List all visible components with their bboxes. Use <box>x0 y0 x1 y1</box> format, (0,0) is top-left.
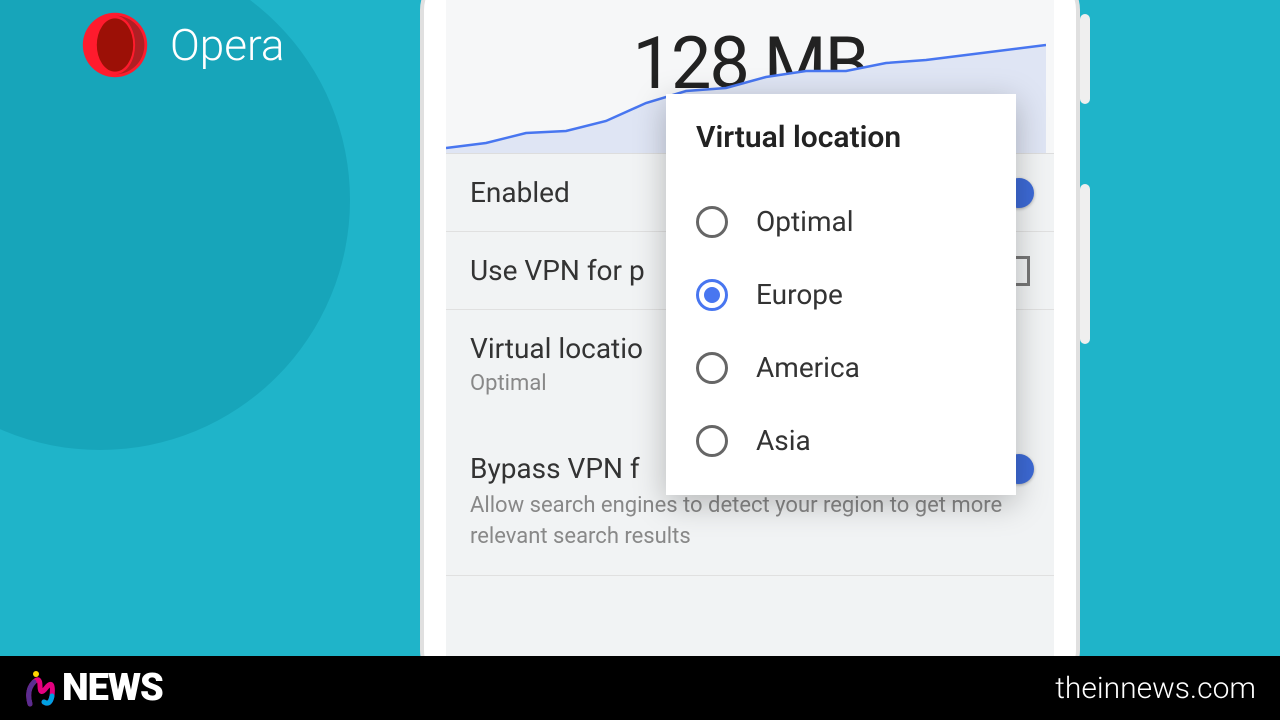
opera-brand: Opera <box>80 10 285 80</box>
radio-icon <box>696 425 728 457</box>
setting-label: Enabled <box>470 176 570 209</box>
footer-brand: NEWS <box>24 666 163 710</box>
dialog-option-asia[interactable]: Asia <box>696 404 986 477</box>
opera-brand-text: Opera <box>170 19 285 71</box>
phone-side-button <box>1080 14 1090 104</box>
background-wave <box>0 0 400 720</box>
option-label: America <box>756 351 860 384</box>
opera-logo-icon <box>80 10 150 80</box>
footer-url: theinnews.com <box>1055 671 1256 706</box>
setting-description: Allow search engines to detect your regi… <box>470 491 1030 553</box>
virtual-location-dialog: Virtual location Optimal Europe America … <box>666 94 1016 495</box>
phone-side-button <box>1080 184 1090 344</box>
footer-bar: NEWS theinnews.com <box>0 656 1280 720</box>
dialog-option-optimal[interactable]: Optimal <box>696 185 986 258</box>
dialog-option-europe[interactable]: Europe <box>696 258 986 331</box>
setting-label: Use VPN for p <box>470 254 645 287</box>
radio-icon <box>696 206 728 238</box>
radio-icon <box>696 352 728 384</box>
setting-label: Virtual locatio <box>470 332 643 365</box>
option-label: Optimal <box>756 205 854 238</box>
phone-mockup: 128 MB Enabled Use VPN for p Virtual loc… <box>420 0 1080 690</box>
option-label: Asia <box>756 424 811 457</box>
option-label: Europe <box>756 278 843 311</box>
phone-screen: 128 MB Enabled Use VPN for p Virtual loc… <box>446 0 1054 686</box>
dialog-option-america[interactable]: America <box>696 331 986 404</box>
setting-label: Bypass VPN f <box>470 452 640 485</box>
footer-brand-text: NEWS <box>62 666 163 710</box>
setting-sublabel: Optimal <box>470 371 547 396</box>
inews-logo-icon <box>24 668 58 708</box>
dialog-title: Virtual location <box>696 120 986 155</box>
radio-icon <box>696 279 728 311</box>
